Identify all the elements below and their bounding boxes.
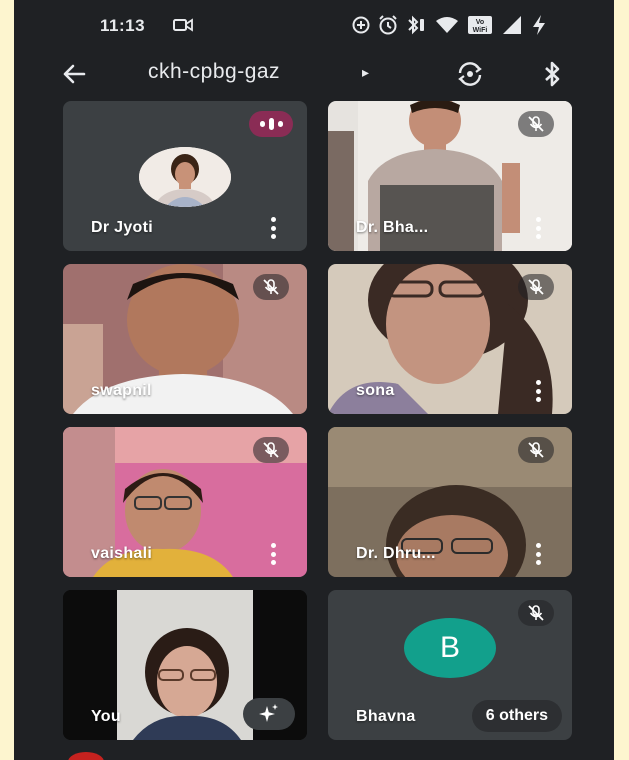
arrow-left-icon [63,64,86,84]
cellular-signal-icon [500,13,524,37]
audio-output-button[interactable] [536,58,568,90]
more-options-icon[interactable] [534,217,542,239]
wifi-icon [434,13,460,37]
participant-name: Bhavna [356,708,416,725]
participant-name: Dr. Dhru... [356,545,436,562]
participant-name: vaishali [91,545,153,562]
meeting-header: ckh-cpbg-gaz ▸ [14,52,614,96]
participant-tile[interactable]: sona [328,264,572,414]
participant-name: You [91,708,121,725]
participant-tile[interactable]: Dr. Bha... [328,101,572,251]
bottom-controls-edge [14,748,614,760]
data-saver-icon [350,13,372,37]
switch-camera-button[interactable] [454,58,486,90]
participant-tile[interactable]: swapnil [63,264,307,414]
battery-charging-icon [528,13,550,37]
svg-text:WiFi: WiFi [473,27,488,34]
participant-tile[interactable]: Dr. Dhru... [328,427,572,577]
avatar: B [404,618,496,678]
others-count-badge[interactable]: 6 others [471,700,562,732]
more-options-icon[interactable] [534,543,542,565]
more-options-icon[interactable] [269,217,277,239]
sparkle-icon [259,704,278,722]
speaking-indicator-icon [249,111,293,137]
vibrate-bluetooth-icon [404,13,428,37]
mic-off-icon [518,274,554,300]
mic-off-icon [253,274,289,300]
participant-name: swapnil [91,382,152,399]
mic-off-icon [518,600,554,626]
self-view-tile[interactable]: You [63,590,307,740]
participant-tile[interactable]: vaishali [63,427,307,577]
avatar [139,147,231,207]
switch-camera-icon [458,62,482,86]
bluetooth-icon [545,61,560,87]
alarm-icon [376,13,400,37]
mic-off-icon [518,437,554,463]
status-bar: 11:13 Vo WiFi [14,0,614,52]
mic-off-icon [253,437,289,463]
video-camera-icon [172,13,194,37]
mic-off-icon [518,111,554,137]
phone-screen: 11:13 Vo WiFi ckh-cpbg-gaz ▸ Dr Jyoti Dr… [14,0,614,760]
participant-tile[interactable]: B Bhavna 6 others [328,590,572,740]
participant-name: sona [356,382,395,399]
volte-wifi-icon: Vo WiFi [466,13,494,37]
svg-text:Vo: Vo [476,19,484,26]
participant-name: Dr. Bha... [356,219,429,236]
participant-tile[interactable]: Dr Jyoti [63,101,307,251]
more-options-icon[interactable] [269,543,277,565]
effects-button[interactable] [243,698,295,730]
status-time: 11:13 [100,16,146,35]
meeting-details-caret-icon[interactable]: ▸ [362,64,369,81]
participant-name: Dr Jyoti [91,219,153,236]
more-options-icon[interactable] [534,380,542,402]
meeting-code[interactable]: ckh-cpbg-gaz [148,60,280,84]
back-button[interactable] [58,58,90,90]
